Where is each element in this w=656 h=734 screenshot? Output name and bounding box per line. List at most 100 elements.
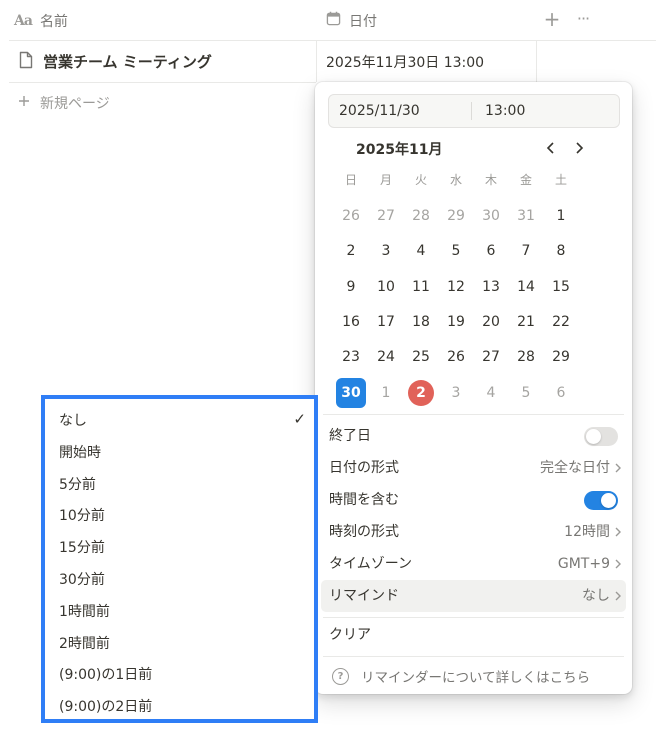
calendar-day[interactable]: 5 <box>441 236 471 266</box>
calendar-day[interactable]: 2 <box>336 236 366 266</box>
calendar-day[interactable]: 31 <box>511 201 541 231</box>
date-format-option[interactable]: 日付の形式 完全な日付 <box>321 452 626 484</box>
chevron-right-icon <box>615 527 621 537</box>
calendar-day[interactable]: 28 <box>511 342 541 372</box>
row-title-cell[interactable]: 営業チーム ミーティング <box>18 41 212 82</box>
calendar-day[interactable]: 28 <box>406 201 436 231</box>
timezone-label: タイムゾーン <box>329 556 413 572</box>
calendar-day[interactable]: 4 <box>476 378 506 408</box>
calendar-day[interactable]: 6 <box>546 378 576 408</box>
weekday-header: 日 <box>344 173 357 187</box>
calendar-day[interactable]: 3 <box>441 378 471 408</box>
remind-options-menu: なし開始時 5分前 10分前 15分前 30分前 1時間前 2時間前 (9:00)の1日前 (9… <box>41 395 318 723</box>
calendar-day[interactable]: 15 <box>546 272 576 302</box>
include-time-label: 時間を含む <box>329 492 399 508</box>
name-column-label: 名前 <box>39 13 68 30</box>
help-text: リマインダーについて詳しくはこちら <box>361 670 591 686</box>
calendar-day[interactable]: 20 <box>476 307 506 337</box>
include-time-option[interactable]: 時間を含む <box>321 484 626 516</box>
prev-month-button[interactable] <box>540 136 562 160</box>
calendar-day[interactable]: 10 <box>371 272 401 302</box>
reminder-help-link[interactable]: ? リマインダーについて詳しくはこちら <box>332 666 590 686</box>
timezone-option[interactable]: タイムゾーン GMT+9 <box>321 548 626 580</box>
calendar-day[interactable]: 7 <box>511 236 541 266</box>
calendar-day[interactable]: 23 <box>336 342 366 372</box>
date-picker-popup: 2025/11/30 13:00 2025年11月 日月火水木金土 26 27 28 2… <box>315 82 632 694</box>
calendar-day[interactable]: 16 <box>336 307 366 337</box>
calendar-day[interactable]: 27 <box>371 201 401 231</box>
calendar-day[interactable]: 26 <box>336 201 366 231</box>
remind-option-item[interactable]: 2時間前 <box>59 632 110 656</box>
calendar-day[interactable]: 22 <box>546 307 576 337</box>
remind-option-item[interactable]: 開始時 <box>59 441 101 465</box>
remind-option[interactable]: リマインド なし <box>321 580 626 612</box>
input-divider <box>471 102 472 120</box>
divider <box>323 414 624 415</box>
remind-option-item[interactable]: 10分前 <box>59 504 105 528</box>
time-input-value[interactable]: 13:00 <box>485 95 525 127</box>
remind-label: リマインド <box>329 588 399 604</box>
calendar-day[interactable]: 29 <box>441 201 471 231</box>
chevron-right-icon <box>576 142 584 154</box>
include-time-toggle[interactable] <box>584 491 618 510</box>
remind-option-item[interactable]: 1時間前 <box>59 600 110 624</box>
table-header: Aa 名前 日付 + ··· <box>0 0 656 41</box>
weekday-header: 火 <box>414 173 427 187</box>
weekday-header: 木 <box>484 173 497 187</box>
more-options-button[interactable]: ··· <box>573 9 593 29</box>
date-time-input[interactable]: 2025/11/30 13:00 <box>328 94 620 128</box>
calendar-day[interactable]: 17 <box>371 307 401 337</box>
table-row[interactable]: 営業チーム ミーティング 2025年11月30日 13:00 <box>0 41 656 82</box>
divider <box>323 617 624 618</box>
calendar-day[interactable]: 13 <box>476 272 506 302</box>
end-date-toggle[interactable] <box>584 427 618 446</box>
remind-option-item[interactable]: 5分前 <box>59 473 96 497</box>
date-format-label: 日付の形式 <box>329 460 399 476</box>
calendar-day-today[interactable]: 2 <box>408 379 434 406</box>
clear-option[interactable]: クリア <box>321 619 626 651</box>
calendar-day[interactable]: 3 <box>371 236 401 266</box>
end-date-label: 終了日 <box>329 428 371 444</box>
row-date-cell[interactable]: 2025年11月30日 13:00 <box>326 41 484 82</box>
name-column-header[interactable]: Aa 名前 <box>14 0 68 41</box>
row-divider <box>9 82 316 83</box>
remind-option-item[interactable]: (9:00)の2日前 <box>59 695 152 719</box>
calendar-day[interactable]: 12 <box>441 272 471 302</box>
calendar-day[interactable]: 6 <box>476 236 506 266</box>
next-month-button[interactable] <box>568 136 590 160</box>
date-input-value[interactable]: 2025/11/30 <box>339 95 420 127</box>
remind-option-item[interactable]: 15分前 <box>59 536 105 560</box>
calendar-day[interactable]: 25 <box>406 342 436 372</box>
calendar-day[interactable]: 4 <box>406 236 436 266</box>
chevron-right-icon <box>615 463 621 473</box>
time-format-label: 時刻の形式 <box>329 524 399 540</box>
calendar-day[interactable]: 24 <box>371 342 401 372</box>
calendar-day[interactable]: 11 <box>406 272 436 302</box>
date-column-header[interactable]: 日付 <box>326 0 377 41</box>
calendar-day[interactable]: 8 <box>546 236 576 266</box>
remind-option-item[interactable]: 30分前 <box>59 568 105 592</box>
add-property-button[interactable]: + <box>542 9 562 29</box>
time-format-option[interactable]: 時刻の形式 12時間 <box>321 516 626 548</box>
calendar-day[interactable]: 9 <box>336 272 366 302</box>
calendar-day[interactable]: 5 <box>511 378 541 408</box>
remind-option-item[interactable]: (9:00)の1日前 <box>59 663 152 687</box>
calendar-day[interactable]: 19 <box>441 307 471 337</box>
date-format-value: 完全な日付 <box>540 460 610 476</box>
chevron-right-icon <box>615 559 621 569</box>
calendar-day[interactable]: 1 <box>371 378 401 408</box>
calendar-day[interactable]: 29 <box>546 342 576 372</box>
remind-option-item[interactable]: なし <box>59 409 87 433</box>
calendar-day[interactable]: 14 <box>511 272 541 302</box>
calendar-day-selected[interactable]: 30 <box>336 377 366 408</box>
calendar-day[interactable]: 1 <box>546 201 576 231</box>
new-page-button[interactable]: 新規ページ <box>18 91 110 115</box>
calendar-day[interactable]: 21 <box>511 307 541 337</box>
calendar-day[interactable]: 18 <box>406 307 436 337</box>
calendar-day[interactable]: 27 <box>476 342 506 372</box>
chevron-right-icon <box>615 591 621 601</box>
calendar-day[interactable]: 26 <box>441 342 471 372</box>
weekday-header: 水 <box>449 173 462 187</box>
calendar-day[interactable]: 30 <box>476 201 506 231</box>
end-date-option[interactable]: 終了日 <box>321 420 626 452</box>
